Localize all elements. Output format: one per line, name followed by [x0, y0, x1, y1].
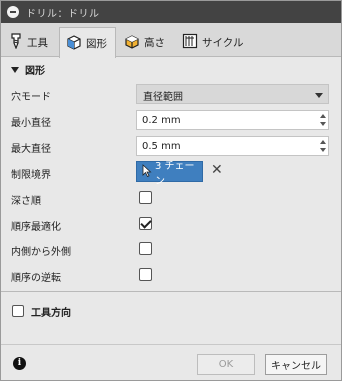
min-diameter-label: 最小直径 [11, 118, 51, 129]
boundary-label: 制限境界 [11, 170, 51, 181]
dialog-footer: i OK キャンセル [1, 344, 341, 380]
stepper-up-icon[interactable] [320, 114, 326, 118]
section-divider [1, 291, 341, 292]
collapse-icon[interactable] [7, 6, 19, 18]
cycle-icon [182, 33, 198, 52]
stepper-up-icon[interactable] [320, 140, 326, 144]
tab-cycle-label: サイクル [202, 36, 244, 49]
depth-order-checkbox[interactable] [139, 191, 152, 204]
stepper-down-icon[interactable] [320, 148, 326, 152]
max-diameter-field[interactable] [136, 136, 329, 156]
cancel-button[interactable]: キャンセル [265, 354, 327, 375]
chevron-down-icon [315, 93, 323, 98]
tab-heights-label: 高さ [144, 36, 165, 49]
optimize-order-label: 順序最適化 [11, 222, 61, 233]
max-diameter-label: 最大直径 [11, 144, 51, 155]
tab-geometry-label: 図形 [86, 37, 107, 50]
tool-orientation-checkbox[interactable] [12, 305, 24, 317]
tab-bar: 工具 図形 高さ サイクル [1, 23, 341, 58]
tab-heights[interactable]: 高さ [118, 27, 173, 57]
dialog-title: ドリル：ドリル [26, 9, 100, 20]
tab-cycle[interactable]: サイクル [176, 27, 246, 57]
collapse-triangle-icon [11, 66, 19, 73]
boundary-selection-count: 3 チェーン [155, 160, 195, 187]
inside-out-checkbox[interactable] [139, 242, 152, 255]
stepper-down-icon[interactable] [320, 122, 326, 126]
title-bar[interactable]: ドリル：ドリル [1, 1, 341, 23]
boundary-selection-button[interactable]: 3 チェーン [136, 161, 203, 187]
ok-button[interactable]: OK [197, 354, 255, 375]
tool-orientation-label: 工具方向 [31, 308, 71, 319]
hole-mode-label: 穴モード [11, 92, 51, 103]
min-diameter-stepper[interactable] [318, 111, 328, 129]
geometry-section-header[interactable]: 図形 [11, 62, 45, 77]
max-diameter-input[interactable] [142, 139, 312, 153]
hole-mode-value: 直径範囲 [143, 92, 183, 103]
hole-mode-select[interactable]: 直径範囲 [136, 84, 329, 104]
min-diameter-input[interactable] [142, 113, 312, 127]
tab-geometry[interactable]: 図形 [59, 27, 116, 58]
geometry-cube-icon [66, 34, 82, 53]
reverse-order-label: 順序の逆転 [11, 273, 61, 284]
reverse-order-checkbox[interactable] [139, 268, 152, 281]
geometry-section-title: 図形 [25, 66, 45, 77]
inside-out-label: 内側から外側 [11, 247, 71, 258]
max-diameter-stepper[interactable] [318, 137, 328, 155]
tool-icon [9, 32, 23, 52]
pointer-cursor-icon [142, 163, 152, 180]
heights-icon [124, 33, 140, 52]
clear-selection-icon[interactable]: ✕ [211, 162, 223, 178]
optimize-order-checkbox[interactable] [139, 217, 152, 230]
drill-dialog: ドリル：ドリル 工具 図形 高さ サイクル 図形 穴モード 直径範囲 最小直径 … [0, 0, 342, 381]
min-diameter-field[interactable] [136, 110, 329, 130]
info-icon[interactable]: i [13, 357, 26, 370]
depth-order-label: 深さ順 [11, 196, 41, 207]
tab-tool-label: 工具 [27, 36, 48, 49]
tab-tool[interactable]: 工具 [3, 27, 59, 57]
